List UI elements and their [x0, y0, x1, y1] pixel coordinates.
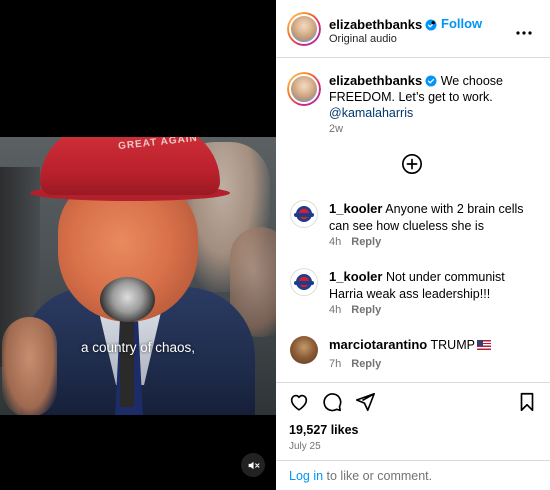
muted-speaker-icon [248, 461, 259, 469]
comment-meta: 4h Reply [329, 236, 381, 248]
heart-icon [290, 394, 308, 411]
mention-link[interactable]: @kamalaharris [329, 106, 413, 120]
author-avatar[interactable] [287, 12, 321, 46]
audio-link[interactable]: Original audio [329, 33, 397, 45]
instagram-post-modal: GREAT AGAIN a country of chaos, elizabet… [0, 0, 550, 490]
speaker-hand [2, 317, 57, 415]
comment-body: 1_kooler Not under communist Harria weak… [329, 268, 539, 303]
video-player[interactable]: GREAT AGAIN a country of chaos, [0, 0, 276, 490]
comment-timestamp[interactable]: 4h [329, 304, 341, 316]
divider [276, 382, 550, 383]
author-name-row: elizabethbanks [329, 16, 437, 34]
mute-toggle-button[interactable] [241, 453, 265, 477]
comment-meta: 4h Reply [329, 304, 381, 316]
login-prompt: Log in to like or comment. [289, 469, 432, 483]
plus-circle-icon [402, 154, 422, 174]
us-flag-icon [476, 340, 491, 350]
follow-button[interactable]: Follow [441, 16, 482, 31]
microphone-stand [120, 317, 134, 407]
commenter-username[interactable]: 1_kooler [329, 269, 382, 284]
verified-badge-icon [425, 75, 437, 87]
comment-bubble-icon [323, 393, 342, 412]
more-options-button[interactable] [516, 22, 532, 40]
commenter-avatar[interactable] [290, 336, 318, 364]
comment-body: marciotarantino TRUMP [329, 336, 539, 354]
separator-dot: • [431, 15, 436, 30]
commenter-username[interactable]: 1_kooler [329, 201, 382, 216]
share-button[interactable] [354, 391, 376, 413]
red-hat: GREAT AGAIN [40, 137, 220, 195]
video-subtitle: a country of chaos, [80, 340, 196, 355]
author-username[interactable]: elizabethbanks [329, 17, 422, 32]
video-frame: GREAT AGAIN [0, 137, 276, 415]
microphone [100, 277, 155, 322]
hat-text: GREAT AGAIN [117, 137, 199, 153]
commenter-avatar[interactable] [290, 200, 318, 228]
commenter-username[interactable]: marciotarantino [329, 337, 427, 352]
post-caption: elizabethbanks We choose FREEDOM. Let’s … [329, 73, 539, 121]
comment-text: TRUMP [430, 338, 475, 352]
comment-button[interactable] [321, 391, 343, 413]
load-more-comments-button[interactable] [401, 153, 423, 175]
send-paper-plane-icon [355, 392, 375, 412]
post-header: elizabethbanks • Follow Original audio [276, 0, 550, 58]
bookmark-icon [520, 392, 534, 412]
post-side-panel: elizabethbanks • Follow Original audio e… [276, 0, 550, 490]
reply-button[interactable]: Reply [351, 236, 381, 248]
login-prompt-text: to like or comment. [323, 469, 433, 483]
more-options-icon [516, 31, 532, 35]
comment-body: 1_kooler Anyone with 2 brain cells can s… [329, 200, 539, 235]
login-link[interactable]: Log in [289, 469, 323, 483]
post-date[interactable]: July 25 [289, 441, 321, 452]
caption-timestamp[interactable]: 2w [329, 123, 343, 135]
like-button[interactable] [288, 391, 310, 413]
save-button[interactable] [516, 391, 538, 413]
comment-meta: 7h Reply [329, 358, 381, 370]
likes-count[interactable]: 19,527 likes [289, 423, 359, 437]
divider [276, 460, 550, 461]
caption-author-avatar[interactable] [287, 72, 321, 106]
comment-timestamp[interactable]: 4h [329, 236, 341, 248]
comment-timestamp[interactable]: 7h [329, 358, 341, 370]
reply-button[interactable]: Reply [351, 304, 381, 316]
reply-button[interactable]: Reply [351, 358, 381, 370]
caption-username[interactable]: elizabethbanks [329, 73, 422, 88]
commenter-avatar[interactable] [290, 268, 318, 296]
